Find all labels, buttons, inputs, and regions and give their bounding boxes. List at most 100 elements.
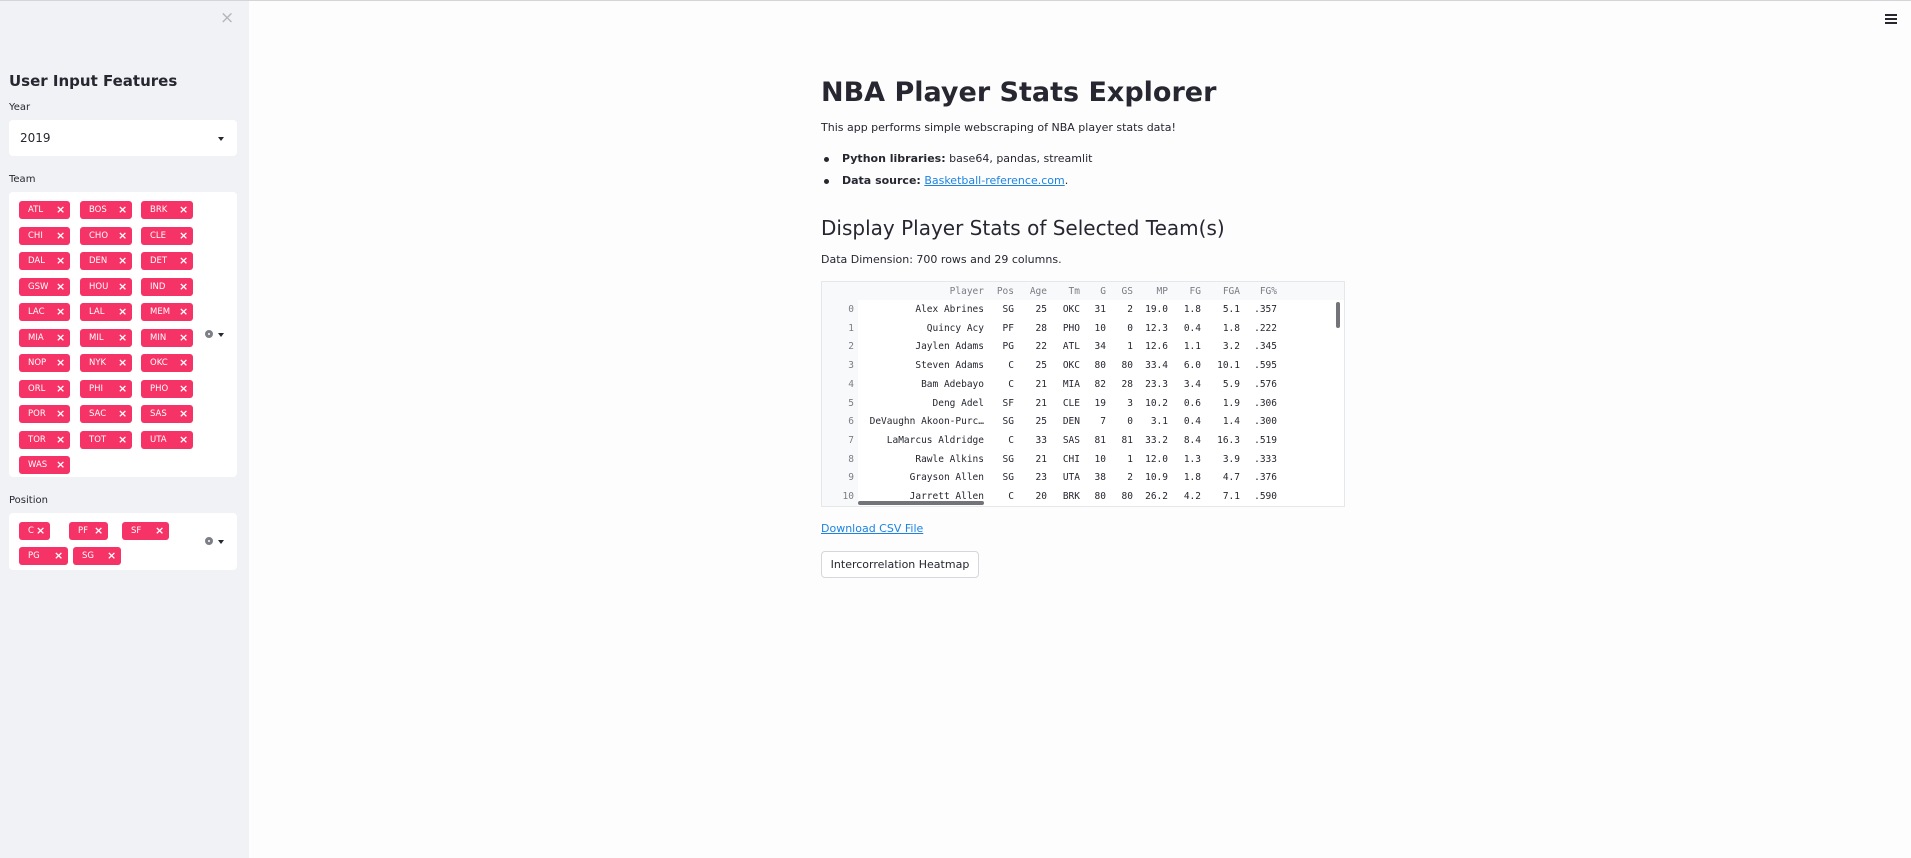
selected-tag[interactable]: MIN × xyxy=(141,328,193,347)
selected-tag[interactable]: SAS × xyxy=(141,405,193,423)
vertical-scrollbar[interactable] xyxy=(1336,302,1340,328)
selected-tag[interactable]: PF × xyxy=(69,522,108,540)
remove-tag-icon[interactable]: × xyxy=(118,252,127,270)
column-header[interactable]: Tm xyxy=(1050,286,1080,297)
remove-tag-icon[interactable]: × xyxy=(179,431,188,449)
remove-tag-icon[interactable]: × xyxy=(94,522,103,540)
table-cell: OKC xyxy=(1062,304,1080,315)
selected-tag[interactable]: UTA × xyxy=(141,430,193,449)
selected-tag[interactable]: ATL × xyxy=(19,201,70,219)
remove-tag-icon[interactable]: × xyxy=(118,201,127,219)
selected-tag[interactable]: NOP × xyxy=(19,354,70,372)
selected-tag[interactable]: BOS × xyxy=(80,201,132,219)
selected-tag[interactable]: OKC × xyxy=(141,354,193,372)
remove-tag-icon[interactable]: × xyxy=(118,380,127,398)
selected-tag[interactable]: PG × xyxy=(19,547,68,565)
selected-tag[interactable]: WAS × xyxy=(19,456,70,474)
remove-tag-icon[interactable]: × xyxy=(179,278,188,296)
column-header[interactable]: MP xyxy=(1136,286,1168,297)
selected-tag[interactable]: TOT × xyxy=(80,430,132,449)
remove-tag-icon[interactable]: × xyxy=(56,252,65,270)
selected-tag[interactable]: LAL × xyxy=(80,303,132,321)
selected-tag[interactable]: DAL × xyxy=(19,252,70,270)
remove-tag-icon[interactable]: × xyxy=(56,303,65,321)
table-cell: 33 xyxy=(1035,434,1047,446)
year-select[interactable]: 2019 xyxy=(9,120,237,156)
selected-tag[interactable]: DEN × xyxy=(80,252,132,270)
selected-tag[interactable]: IND × xyxy=(141,277,193,296)
selected-tag[interactable]: MIA × xyxy=(19,328,70,347)
selected-tag[interactable]: DET × xyxy=(141,252,193,270)
selected-tag[interactable]: CHO × xyxy=(80,226,132,245)
table-cell: 1 xyxy=(1127,341,1133,353)
selected-tag[interactable]: HOU × xyxy=(80,277,132,296)
remove-tag-icon[interactable]: × xyxy=(56,278,65,296)
remove-tag-icon[interactable]: × xyxy=(56,227,65,245)
selected-tag[interactable]: BRK × xyxy=(141,201,193,219)
remove-tag-icon[interactable]: × xyxy=(118,405,127,423)
selected-tag[interactable]: SAC × xyxy=(80,405,132,423)
selected-tag[interactable]: PHI × xyxy=(80,379,132,398)
remove-tag-icon[interactable]: × xyxy=(179,303,188,321)
remove-tag-icon[interactable]: × xyxy=(179,201,188,219)
remove-tag-icon[interactable]: × xyxy=(118,303,127,321)
player-stats-table[interactable]: Player Pos Age Tm G GS MP FG FGA FG% 0 Álex Abrines… xyxy=(821,281,1345,507)
remove-tag-icon[interactable]: × xyxy=(179,329,188,347)
remove-tag-icon[interactable]: × xyxy=(179,227,188,245)
selected-tag[interactable]: GSW × xyxy=(19,277,70,296)
remove-tag-icon[interactable]: × xyxy=(56,354,65,372)
remove-tag-icon[interactable]: × xyxy=(36,522,45,540)
remove-tag-icon[interactable]: × xyxy=(56,405,65,423)
column-header[interactable]: Player xyxy=(856,286,984,297)
sidebar: × User Input Features Year 2019 Team ATL… xyxy=(0,1,249,858)
remove-tag-icon[interactable]: × xyxy=(56,431,65,449)
column-header[interactable]: GS xyxy=(1109,286,1133,297)
remove-tag-icon[interactable]: × xyxy=(54,547,63,565)
remove-tag-icon[interactable]: × xyxy=(118,329,127,347)
chevron-down-icon[interactable] xyxy=(218,333,224,337)
remove-tag-icon[interactable]: × xyxy=(118,354,127,372)
close-icon[interactable]: × xyxy=(220,10,234,27)
selected-tag[interactable]: LAC × xyxy=(19,303,70,321)
selected-tag[interactable]: MIL × xyxy=(80,328,132,347)
selected-tag[interactable]: SG × xyxy=(73,547,121,565)
selected-tag[interactable]: MEM × xyxy=(141,303,193,321)
selected-tag[interactable]: C × xyxy=(19,522,50,540)
column-header[interactable]: G xyxy=(1082,286,1106,297)
remove-tag-icon[interactable]: × xyxy=(155,522,164,540)
team-multiselect[interactable]: ATL × BOS × BRK × CHI × CHO × CLE × DAL × DEN × DET × GSW ×… xyxy=(9,192,237,477)
column-header[interactable]: Pos xyxy=(986,286,1014,297)
remove-tag-icon[interactable]: × xyxy=(118,278,127,296)
column-header[interactable]: FG xyxy=(1171,286,1201,297)
column-header[interactable]: FGA xyxy=(1204,286,1240,297)
remove-tag-icon[interactable]: × xyxy=(179,354,188,372)
remove-tag-icon[interactable]: × xyxy=(56,329,65,347)
remove-tag-icon[interactable]: × xyxy=(56,201,65,219)
remove-tag-icon[interactable]: × xyxy=(179,380,188,398)
chevron-down-icon[interactable] xyxy=(218,540,224,544)
column-header[interactable]: Age xyxy=(1017,286,1047,297)
clear-all-icon[interactable] xyxy=(205,330,213,338)
selected-tag[interactable]: CHI × xyxy=(19,226,70,245)
data-source-link[interactable]: Basketball-reference.com xyxy=(924,174,1064,187)
selected-tag[interactable]: POR × xyxy=(19,405,70,423)
position-multiselect[interactable]: C × PF × SF × PG × SG × xyxy=(9,513,237,570)
column-header[interactable]: FG% xyxy=(1242,286,1277,297)
clear-all-icon[interactable] xyxy=(205,537,213,545)
remove-tag-icon[interactable]: × xyxy=(118,431,127,449)
selected-tag[interactable]: SF × xyxy=(122,522,169,540)
remove-tag-icon[interactable]: × xyxy=(179,405,188,423)
download-csv-link[interactable]: Download CSV File xyxy=(821,522,923,535)
remove-tag-icon[interactable]: × xyxy=(118,227,127,245)
selected-tag[interactable]: ORL × xyxy=(19,379,70,398)
remove-tag-icon[interactable]: × xyxy=(107,547,116,565)
intercorrelation-heatmap-button[interactable]: Intercorrelation Heatmap xyxy=(821,551,979,578)
selected-tag[interactable]: TOR × xyxy=(19,430,70,449)
selected-tag[interactable]: NYK × xyxy=(80,354,132,372)
remove-tag-icon[interactable]: × xyxy=(56,456,65,474)
remove-tag-icon[interactable]: × xyxy=(56,380,65,398)
remove-tag-icon[interactable]: × xyxy=(179,252,188,270)
selected-tag[interactable]: CLE × xyxy=(141,226,193,245)
hamburger-menu-icon[interactable] xyxy=(1885,14,1897,25)
selected-tag[interactable]: PHO × xyxy=(141,379,193,398)
